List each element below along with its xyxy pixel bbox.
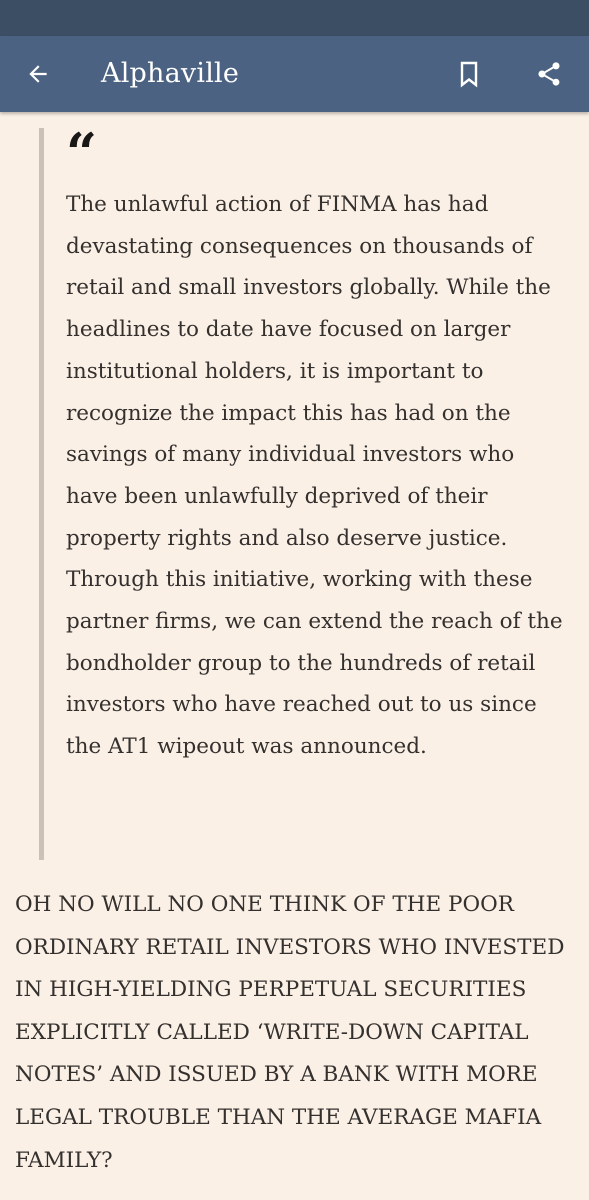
bookmark-button[interactable] [449, 54, 489, 94]
back-button[interactable] [18, 54, 58, 94]
bookmark-icon [460, 61, 478, 88]
app-bar: Alphaville [0, 36, 589, 112]
article-paragraph: OH NO WILL NO ONE THINK OF THE POOR ORDI… [15, 892, 565, 1173]
quote-mark-icon: “ [66, 121, 98, 185]
status-bar [0, 0, 589, 36]
share-icon [538, 62, 560, 86]
share-button[interactable] [529, 54, 569, 94]
app-title: Alphaville [101, 58, 240, 89]
arrow-left-icon [29, 65, 47, 83]
quote-text: The unlawful action of FINMA has had dev… [66, 192, 563, 760]
blockquote: “ The unlawful action of FINMA has had d… [39, 121, 574, 860]
